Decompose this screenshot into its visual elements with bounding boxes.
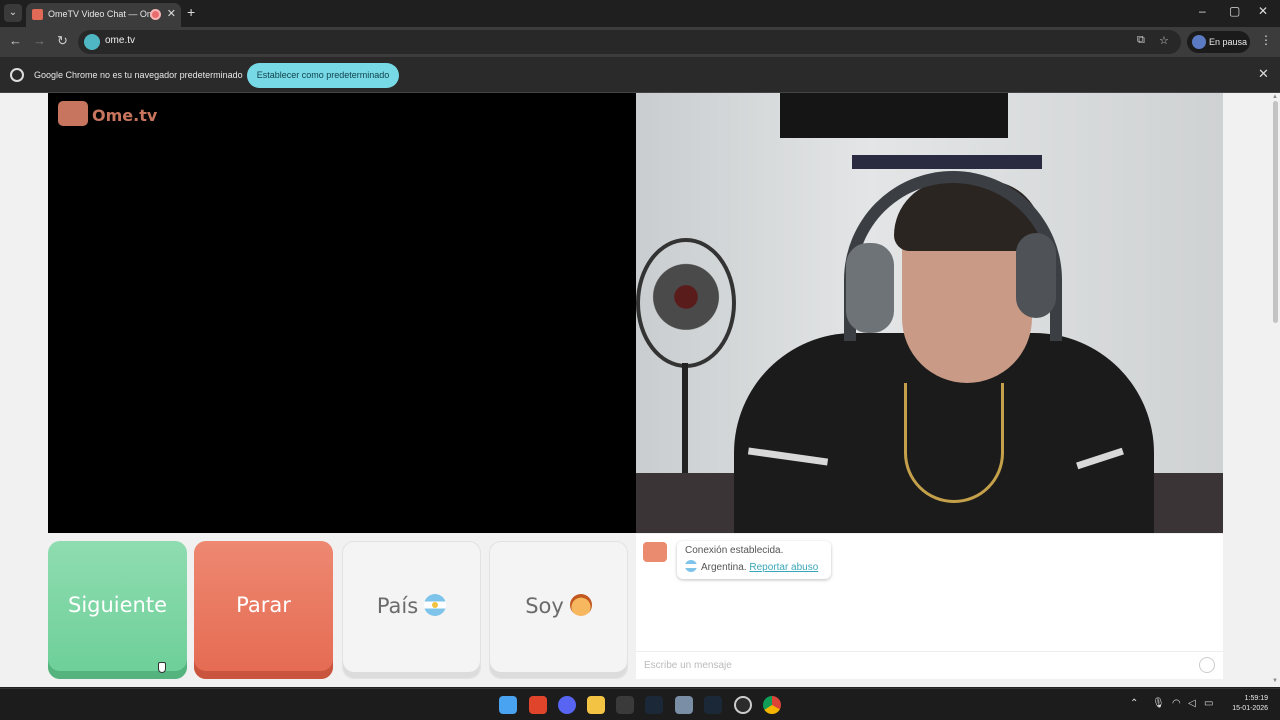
volume-icon[interactable]: ◁ bbox=[1188, 698, 1196, 709]
url-text: ome.tv bbox=[105, 35, 136, 46]
ometv-favicon-icon bbox=[32, 9, 43, 20]
gold-chain bbox=[904, 383, 1004, 503]
headphone-cup bbox=[1016, 233, 1056, 318]
minimize-button[interactable]: – bbox=[1199, 4, 1206, 18]
file-explorer-icon[interactable] bbox=[587, 696, 605, 714]
argentina-flag-icon bbox=[685, 560, 697, 572]
page-scrollbar[interactable]: ▲ ▼ bbox=[1270, 93, 1280, 687]
install-app-icon[interactable]: ⧉ bbox=[1137, 34, 1145, 47]
boy-emoji-icon bbox=[569, 594, 592, 616]
clock-time: 1:59:19 bbox=[1244, 695, 1268, 702]
system-clock[interactable]: 1:59:19 15-01-2026 bbox=[1224, 694, 1268, 714]
site-info-icon[interactable] bbox=[84, 34, 100, 50]
system-message: Conexión establecida. Argentina. Reporta… bbox=[677, 541, 831, 579]
ometv-chat-logo-icon bbox=[643, 542, 667, 562]
argentina-flag-icon bbox=[424, 594, 447, 616]
maximize-button[interactable]: ▢ bbox=[1229, 4, 1240, 18]
forward-button[interactable]: → bbox=[33, 33, 46, 48]
steam-alt-icon[interactable] bbox=[704, 696, 722, 714]
tab-search-button[interactable]: ⌄ bbox=[4, 4, 22, 22]
recording-indicator-icon bbox=[150, 9, 161, 20]
stop-label: Parar bbox=[236, 593, 291, 617]
stop-button[interactable]: Parar bbox=[194, 541, 333, 679]
steam-icon[interactable] bbox=[645, 696, 663, 714]
tab-close-icon[interactable]: ✕ bbox=[167, 3, 176, 25]
partner-country: Argentina. bbox=[701, 562, 747, 573]
report-abuse-link[interactable]: Reportar abuso bbox=[749, 562, 818, 573]
connection-status: Conexión establecida. bbox=[685, 545, 784, 556]
wifi-icon[interactable]: ◠ bbox=[1172, 698, 1181, 709]
profile-button[interactable]: En pausa bbox=[1187, 31, 1250, 53]
chrome-icon bbox=[10, 68, 24, 82]
tab-ometv[interactable]: OmeTV Video Chat — Ome ✕ bbox=[26, 3, 181, 27]
address-bar[interactable]: ome.tv ⧉ ☆ bbox=[78, 30, 1181, 54]
gender-label: Soy bbox=[525, 594, 564, 618]
bookmark-star-icon[interactable]: ☆ bbox=[1159, 34, 1169, 47]
wall-rack bbox=[852, 155, 1042, 169]
wall-tv bbox=[780, 93, 1008, 138]
clock-date: 15-01-2026 bbox=[1232, 705, 1268, 712]
discord-icon[interactable] bbox=[558, 696, 576, 714]
message-input[interactable] bbox=[636, 651, 1223, 679]
chat-panel: Conexión establecida. Argentina. Reporta… bbox=[636, 534, 1223, 679]
close-window-button[interactable]: ✕ bbox=[1258, 4, 1268, 18]
remote-video: Ome.tv bbox=[48, 93, 636, 533]
headphone-cup bbox=[846, 243, 894, 333]
local-webcam-video bbox=[636, 93, 1223, 533]
next-button[interactable]: Siguiente bbox=[48, 541, 187, 679]
obs-icon[interactable] bbox=[734, 696, 752, 714]
scroll-down-icon[interactable]: ▼ bbox=[1272, 678, 1278, 684]
avatar bbox=[1192, 35, 1206, 49]
tab-strip: ⌄ OmeTV Video Chat — Ome ✕ + – ▢ ✕ bbox=[0, 0, 1280, 27]
tab-title: OmeTV Video Chat — Ome bbox=[48, 9, 160, 19]
brave-icon[interactable] bbox=[529, 696, 547, 714]
reload-button[interactable]: ↻ bbox=[57, 33, 68, 49]
ometv-logo: Ome.tv bbox=[58, 99, 157, 127]
profile-label: En pausa bbox=[1209, 37, 1248, 47]
gender-button[interactable]: Soy bbox=[489, 541, 628, 679]
emoji-picker-icon[interactable] bbox=[1199, 657, 1215, 673]
infobar-message: Google Chrome no es tu navegador predete… bbox=[34, 70, 243, 80]
scroll-up-icon[interactable]: ▲ bbox=[1272, 94, 1278, 100]
country-button[interactable]: País bbox=[342, 541, 481, 679]
tray-overflow-icon[interactable]: ⌃ bbox=[1130, 698, 1138, 709]
windows-start-icon[interactable] bbox=[499, 696, 517, 714]
epic-games-icon[interactable] bbox=[616, 696, 634, 714]
chrome-taskbar-icon[interactable] bbox=[763, 696, 781, 714]
toolbar: ← → ↻ ome.tv ⧉ ☆ En pausa ⋮ bbox=[0, 27, 1280, 57]
mouse-cursor-icon bbox=[158, 662, 166, 673]
country-label: País bbox=[376, 594, 419, 618]
battery-icon[interactable]: ▭ bbox=[1204, 698, 1213, 709]
infobar-close-icon[interactable]: ✕ bbox=[1258, 66, 1269, 82]
new-tab-button[interactable]: + bbox=[187, 4, 195, 20]
chrome-menu-icon[interactable]: ⋮ bbox=[1260, 33, 1272, 47]
scrollbar-thumb[interactable] bbox=[1273, 101, 1278, 323]
settings-icon[interactable] bbox=[675, 696, 693, 714]
set-default-button[interactable]: Establecer como predeterminado bbox=[247, 63, 399, 88]
partner-country-line: Argentina. Reportar abuso bbox=[685, 560, 823, 573]
back-button[interactable]: ← bbox=[9, 33, 22, 48]
microphone-icon[interactable]: 🎙 bbox=[1152, 698, 1165, 709]
page-content: Ome.tv Siguiente Parar País Soy Conexión… bbox=[0, 93, 1280, 687]
tv-logo-icon bbox=[58, 101, 88, 126]
next-label: Siguiente bbox=[67, 593, 168, 617]
standing-fan bbox=[636, 238, 736, 368]
logo-text: Ome.tv bbox=[92, 106, 158, 125]
taskbar: ⌃ 🎙 ◠ ◁ ▭ 1:59:19 15-01-2026 bbox=[0, 688, 1280, 720]
default-browser-infobar: Google Chrome no es tu navegador predete… bbox=[0, 57, 1280, 93]
